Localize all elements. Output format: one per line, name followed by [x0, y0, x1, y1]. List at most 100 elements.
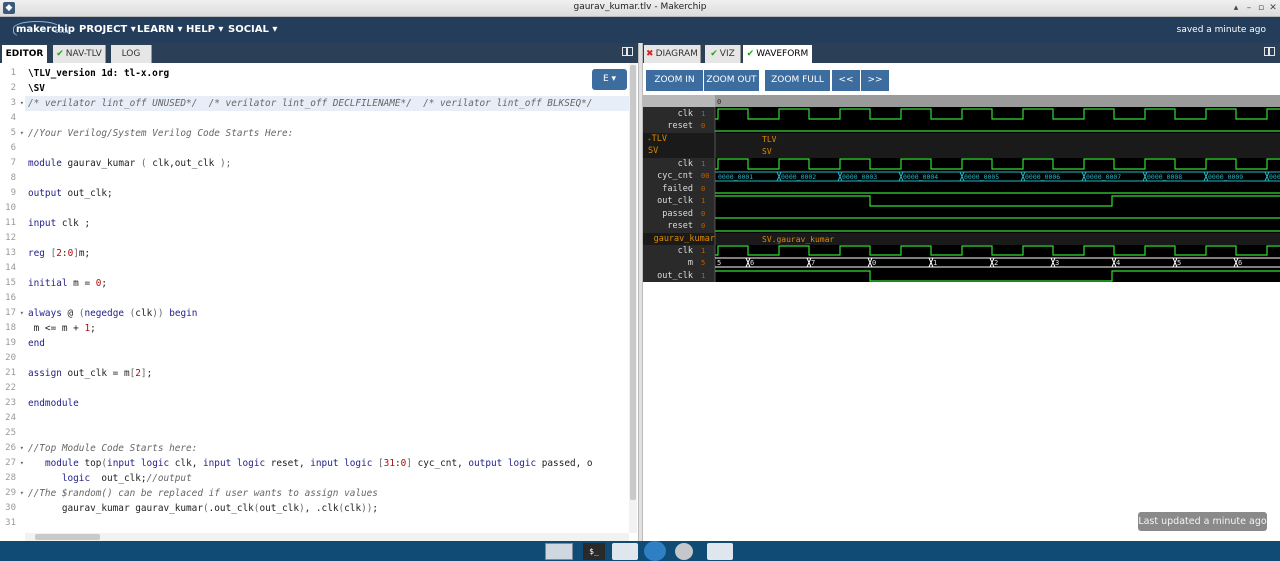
cyc-cnt-value: 0000_0003	[842, 173, 877, 181]
menu-help[interactable]: HELP ▾	[186, 24, 223, 35]
fold-arrow-icon[interactable]: ▾	[20, 96, 24, 111]
last-updated-badge: Last updated a minute ago	[1138, 512, 1267, 531]
editor-tabstrip: EDITOR ✔ NAV-TLV LOG	[0, 43, 638, 63]
desktop-icon[interactable]	[545, 543, 573, 560]
cyc-cnt-value: 0000_0002	[781, 173, 816, 181]
tab-diagram[interactable]: ✖ DIAGRAM	[644, 45, 701, 63]
m-value: 2	[994, 259, 998, 267]
cycle-number: 0	[717, 98, 721, 106]
panel-layout-icon[interactable]	[1264, 47, 1275, 56]
m-value: 4	[1116, 259, 1120, 267]
menu-social[interactable]: SOCIAL ▾	[228, 24, 277, 35]
line-number: 13	[5, 248, 16, 258]
check-icon: ✔	[746, 49, 755, 59]
clk-waveform-gk	[715, 245, 1280, 256]
code-line: m <= m + 1;	[28, 323, 96, 334]
code-line: assign out_clk = m[2];	[28, 368, 153, 379]
signal-value: 1	[701, 197, 706, 205]
e-menu-button[interactable]: E ▾	[592, 69, 627, 90]
code-line: \SV	[28, 83, 45, 94]
files-icon[interactable]	[707, 543, 733, 560]
editor-horizontal-scrollbar[interactable]	[25, 533, 629, 541]
browser-icon[interactable]	[644, 541, 666, 561]
error-icon: ✖	[646, 49, 654, 59]
save-status: saved a minute ago	[1176, 25, 1266, 35]
window-titlebar: ◆ gaurav_kumar.tlv - Makerchip ▴ – ▫ ✕	[0, 0, 1280, 17]
gk-scope-row	[643, 233, 1280, 245]
scroll-right-button[interactable]: >>	[861, 70, 889, 91]
fold-arrow-icon[interactable]: ▾	[20, 456, 24, 471]
restore-icon[interactable]: –	[1243, 2, 1255, 14]
line-number: 8	[10, 173, 16, 183]
waveform-viewer[interactable]: 0 TLV SV 0000_0001 0000_0002 0000_0003 0…	[643, 95, 1280, 282]
maximize-icon[interactable]: ▫	[1255, 2, 1267, 14]
menu-project[interactable]: PROJECT ▾	[79, 24, 136, 35]
code-line: always @ (negedge (clk)) begin	[28, 308, 198, 319]
line-number: 12	[5, 233, 16, 243]
line-number: 19	[5, 338, 16, 348]
m-values: 5 6 7 0 1 2 3 4 5 6	[717, 259, 1242, 267]
m-value: 1	[933, 259, 937, 267]
minimize-icon[interactable]: ▴	[1230, 2, 1242, 14]
code-editor[interactable]: \TLV_version 1d: tl-x.org \SV /* verilat…	[25, 63, 629, 533]
out-clk-waveform-gk	[715, 270, 1280, 282]
check-icon: ✔	[56, 49, 64, 59]
line-number: 14	[5, 263, 16, 273]
line-number: 26 ▾	[0, 441, 25, 456]
line-number: 20	[5, 353, 16, 363]
line-number: 18	[5, 323, 16, 333]
tab-editor[interactable]: EDITOR	[2, 45, 47, 63]
line-number: 2	[10, 83, 16, 93]
tab-waveform[interactable]: ✔ WAVEFORM	[743, 45, 812, 63]
scope-name-tlv[interactable]: ▸TLV	[643, 133, 715, 146]
tab-log[interactable]: LOG	[111, 45, 152, 63]
code-line: //Your Verilog/System Verilog Code Start…	[28, 128, 294, 139]
scrollbar-thumb[interactable]	[630, 65, 636, 500]
code-line: reg [2:0]m;	[28, 248, 91, 259]
tab-nav-tlv-label: NAV-TLV	[65, 49, 102, 59]
line-number: 27 ▾	[0, 456, 25, 471]
scope-label-gaurav-kumar: SV.gaurav_kumar	[762, 235, 834, 244]
code-line: gaurav_kumar gaurav_kumar(.out_clk(out_c…	[28, 503, 379, 514]
scope-name-gaurav-kumar[interactable]: gaurav_kumar	[643, 233, 715, 246]
menu-learn[interactable]: LEARN ▾	[137, 24, 183, 35]
terminal-icon[interactable]: $_	[583, 543, 605, 560]
signal-value: 5	[701, 259, 706, 267]
panel-layout-icon[interactable]	[622, 47, 633, 56]
out-clk-waveform	[715, 195, 1280, 207]
fold-arrow-icon[interactable]: ▾	[20, 126, 24, 141]
signal-value: 00	[701, 172, 710, 180]
search-icon[interactable]	[675, 543, 693, 560]
fold-arrow-icon[interactable]: ▾	[20, 486, 24, 501]
fold-arrow-icon[interactable]: ▾	[20, 306, 24, 321]
cyc-cnt-value: 0000_0001	[718, 173, 753, 181]
scope-label-tlv: TLV	[762, 135, 777, 144]
signal-value: 0	[701, 210, 706, 218]
cyc-cnt-value: 0000_0006	[1025, 173, 1060, 181]
line-number: 32	[0, 531, 25, 533]
makerchip-logo[interactable]: makerchip	[13, 21, 75, 39]
zoom-in-button[interactable]: ZOOM IN	[646, 70, 703, 91]
cyc-cnt-value: 0000_0009	[1208, 173, 1243, 181]
check-icon: ✔	[710, 49, 718, 59]
close-icon[interactable]: ✕	[1267, 2, 1279, 14]
scrollbar-thumb[interactable]	[35, 534, 100, 540]
signal-value: 0	[701, 122, 706, 130]
clk-waveform-sv	[715, 158, 1280, 170]
scope-name-sv[interactable]: SV	[643, 145, 715, 158]
scroll-left-button[interactable]: <<	[832, 70, 860, 91]
folder-icon[interactable]	[612, 543, 638, 560]
signal-value: 1	[701, 272, 706, 280]
cycle-header-bg	[643, 95, 715, 107]
line-number-gutter: 1 2 3 ▾ 4 5 ▾ 6 7 8 9 10 11 12 13 14 15 16…	[0, 63, 25, 533]
line-number: 29 ▾	[0, 486, 25, 501]
tab-nav-tlv[interactable]: ✔ NAV-TLV	[53, 45, 106, 63]
fold-arrow-icon[interactable]: ▾	[20, 441, 24, 456]
cyc-cnt-value: 0000_0008	[1147, 173, 1182, 181]
zoom-full-button[interactable]: ZOOM FULL	[765, 70, 830, 91]
editor-vertical-scrollbar[interactable]	[629, 63, 637, 533]
line-number: 21	[5, 368, 16, 378]
cyc-cnt-value: 0000_0007	[1086, 173, 1121, 181]
tab-viz[interactable]: ✔ VIZ	[705, 45, 741, 63]
zoom-out-button[interactable]: ZOOM OUT	[704, 70, 759, 91]
